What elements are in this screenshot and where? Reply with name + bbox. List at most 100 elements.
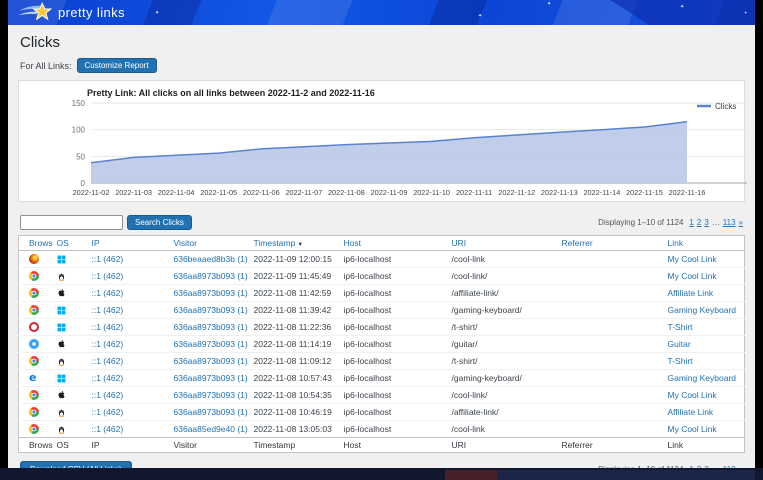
- cell-referrer: [558, 319, 664, 336]
- page-link-113[interactable]: 113: [723, 218, 736, 227]
- pretty-link[interactable]: My Cool Link: [668, 424, 717, 434]
- customize-report-button[interactable]: Customize Report: [77, 58, 157, 73]
- clicks-chart-panel: Pretty Link: All clicks on all links bet…: [18, 80, 745, 202]
- chrome-icon: [29, 424, 39, 434]
- visitor-link[interactable]: 636aa85ed9e40 (1): [174, 424, 248, 434]
- svg-text:2022-11-06: 2022-11-06: [243, 188, 280, 197]
- linux-icon: [57, 424, 66, 435]
- visitor-link[interactable]: 636aa8973b093 (1): [174, 373, 248, 383]
- table-row: ::1 (462) 636aa8973b093 (1) 2022-11-08 1…: [19, 336, 745, 353]
- cell-os: [53, 285, 88, 302]
- pagination-summary: Displaying 1–10 of 1124: [598, 218, 683, 227]
- chrome-icon: [29, 288, 39, 298]
- visitor-link[interactable]: 636aa8973b093 (1): [174, 407, 248, 417]
- linux-icon: [57, 407, 66, 418]
- footer-col-visitor: Visitor: [170, 438, 250, 453]
- visitor-link[interactable]: 636aa8973b093 (1): [174, 271, 248, 281]
- pretty-link[interactable]: My Cool Link: [668, 271, 717, 281]
- ip-link[interactable]: ::1 (462): [92, 424, 124, 434]
- cell-link: My Cool Link: [664, 387, 745, 404]
- ip-link[interactable]: ::1 (462): [92, 407, 124, 417]
- svg-text:2022-11-13: 2022-11-13: [541, 188, 578, 197]
- page-link-1[interactable]: 1: [689, 218, 693, 227]
- cell-visitor: 636aa8973b093 (1): [170, 268, 250, 285]
- cell-os: [53, 404, 88, 421]
- cell-timestamp: 2022-11-08 10:57:43: [250, 370, 340, 387]
- col-browser[interactable]: Browser: [19, 236, 53, 251]
- cell-host: ip6-localhost: [340, 268, 448, 285]
- pretty-link[interactable]: My Cool Link: [668, 254, 717, 264]
- svg-text:150: 150: [72, 99, 86, 108]
- taskbar-strip: [0, 468, 763, 480]
- ip-link[interactable]: ::1 (462): [92, 356, 124, 366]
- visitor-link[interactable]: 636aa8973b093 (1): [174, 390, 248, 400]
- cell-referrer: [558, 251, 664, 268]
- pretty-link[interactable]: Gaming Keyboard: [668, 305, 737, 315]
- cell-visitor: 636aa8973b093 (1): [170, 370, 250, 387]
- cell-timestamp: 2022-11-09 11:45:49: [250, 268, 340, 285]
- pretty-link[interactable]: Affiliate Link: [668, 407, 714, 417]
- col-os[interactable]: OS: [53, 236, 88, 251]
- search-input[interactable]: [20, 215, 123, 230]
- pretty-link[interactable]: Affiliate Link: [668, 288, 714, 298]
- cell-host: ip6-localhost: [340, 387, 448, 404]
- pretty-link[interactable]: Guitar: [668, 339, 691, 349]
- next-page-link[interactable]: »: [739, 218, 743, 227]
- svg-text:2022-11-02: 2022-11-02: [73, 188, 110, 197]
- clicks-table: BrowserOSIPVisitorTimestamp▼HostURIRefer…: [18, 235, 745, 453]
- search-clicks-button[interactable]: Search Clicks: [127, 215, 192, 230]
- table-row: ::1 (462) 636aa8973b093 (1) 2022-11-08 1…: [19, 302, 745, 319]
- cell-referrer: [558, 387, 664, 404]
- svg-text:2022-11-12: 2022-11-12: [498, 188, 535, 197]
- cell-visitor: 636aa8973b093 (1): [170, 285, 250, 302]
- ip-link[interactable]: ::1 (462): [92, 373, 124, 383]
- pretty-link[interactable]: T-Shirt: [668, 356, 693, 366]
- col-link[interactable]: Link: [664, 236, 745, 251]
- taskbar-segment: [445, 470, 497, 480]
- ip-link[interactable]: ::1 (462): [92, 305, 124, 315]
- footer-col-referrer: Referrer: [558, 438, 664, 453]
- ip-link[interactable]: ::1 (462): [92, 322, 124, 332]
- visitor-link[interactable]: 636aa8973b093 (1): [174, 356, 248, 366]
- chrome-icon: [29, 271, 39, 281]
- cell-host: ip6-localhost: [340, 251, 448, 268]
- pretty-link[interactable]: T-Shirt: [668, 322, 693, 332]
- footer-col-ip: IP: [88, 438, 170, 453]
- ip-link[interactable]: ::1 (462): [92, 288, 124, 298]
- footer-col-host: Host: [340, 438, 448, 453]
- cell-timestamp: 2022-11-08 11:42:59: [250, 285, 340, 302]
- page-link-2[interactable]: 2: [697, 218, 701, 227]
- col-uri[interactable]: URI: [448, 236, 558, 251]
- ip-link[interactable]: ::1 (462): [92, 339, 124, 349]
- col-visitor[interactable]: Visitor: [170, 236, 250, 251]
- cell-uri: /cool-link: [448, 251, 558, 268]
- col-referrer[interactable]: Referrer: [558, 236, 664, 251]
- svg-text:2022-11-08: 2022-11-08: [328, 188, 365, 197]
- cell-link: My Cool Link: [664, 421, 745, 438]
- svg-text:2022-11-03: 2022-11-03: [115, 188, 152, 197]
- visitor-link[interactable]: 636beaaed8b3b (1): [174, 254, 248, 264]
- col-timestamp[interactable]: Timestamp▼: [250, 236, 340, 251]
- ip-link[interactable]: ::1 (462): [92, 390, 124, 400]
- cell-referrer: [558, 268, 664, 285]
- pretty-link[interactable]: My Cool Link: [668, 390, 717, 400]
- ip-link[interactable]: ::1 (462): [92, 271, 124, 281]
- table-row: ::1 (462) 636aa85ed9e40 (1) 2022-11-08 1…: [19, 421, 745, 438]
- pretty-link[interactable]: Gaming Keyboard: [668, 373, 737, 383]
- cell-os: [53, 336, 88, 353]
- visitor-link[interactable]: 636aa8973b093 (1): [174, 339, 248, 349]
- cell-os: [53, 268, 88, 285]
- cell-ip: ::1 (462): [88, 353, 170, 370]
- page-link-3[interactable]: 3: [704, 218, 708, 227]
- firefox-icon: [29, 254, 39, 264]
- cell-visitor: 636beaaed8b3b (1): [170, 251, 250, 268]
- cell-ip: ::1 (462): [88, 421, 170, 438]
- visitor-link[interactable]: 636aa8973b093 (1): [174, 288, 248, 298]
- visitor-link[interactable]: 636aa8973b093 (1): [174, 322, 248, 332]
- col-host[interactable]: Host: [340, 236, 448, 251]
- table-row: ::1 (462) 636aa8973b093 (1) 2022-11-08 1…: [19, 319, 745, 336]
- col-ip[interactable]: IP: [88, 236, 170, 251]
- visitor-link[interactable]: 636aa8973b093 (1): [174, 305, 248, 315]
- ip-link[interactable]: ::1 (462): [92, 254, 124, 264]
- apple-icon: [57, 288, 66, 298]
